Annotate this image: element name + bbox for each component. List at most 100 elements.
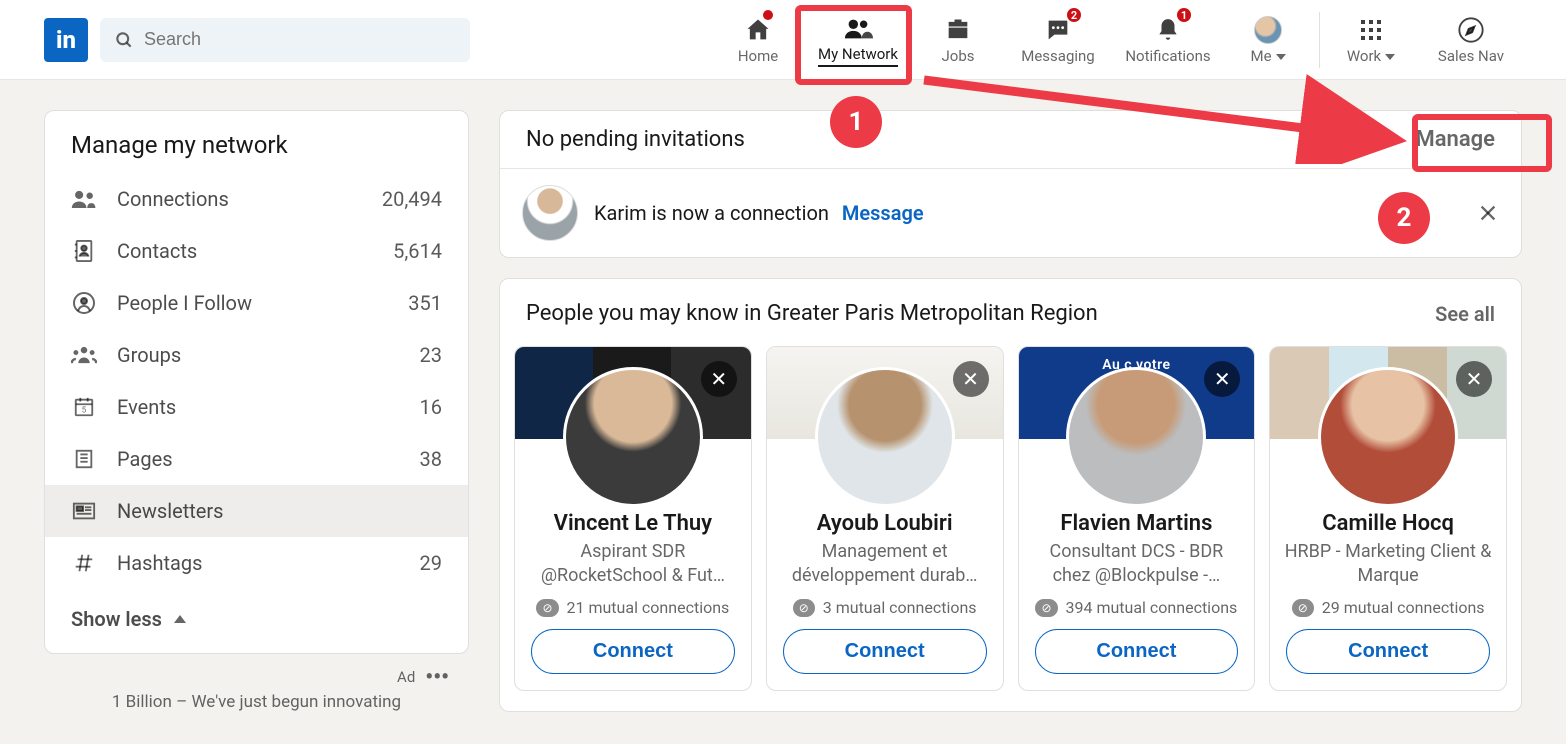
- nav-jobs[interactable]: Jobs: [913, 0, 1003, 79]
- nav-me[interactable]: Me: [1223, 0, 1313, 79]
- invitations-card: No pending invitations Manage Karim is n…: [499, 110, 1522, 258]
- item-count: 351: [408, 291, 442, 315]
- avatar[interactable]: [1318, 367, 1458, 507]
- avatar[interactable]: [1066, 367, 1206, 507]
- sidebar-item-connections[interactable]: Connections 20,494: [45, 173, 468, 225]
- mutual-text: 394 mutual connections: [1066, 598, 1238, 617]
- mutual-icon: ⊘: [793, 599, 815, 617]
- item-label: Connections: [117, 187, 362, 211]
- item-count: 29: [420, 551, 442, 575]
- caret-down-icon: [1385, 54, 1395, 60]
- person-desc: Consultant DCS - BDR chez @Blockpulse -…: [1019, 536, 1255, 592]
- nav-label: Sales Nav: [1438, 47, 1504, 65]
- close-icon: ✕: [1214, 367, 1231, 392]
- person-desc: Aspirant SDR @RocketSchool & Fut…: [515, 536, 751, 592]
- global-nav: Home My Network Jobs 2 Messaging 1 Notif…: [713, 0, 1526, 79]
- item-count: 38: [420, 447, 442, 471]
- item-count: 20,494: [382, 187, 442, 211]
- person-speech-icon: [71, 291, 97, 315]
- sidebar-item-contacts[interactable]: Contacts 5,614: [45, 225, 468, 277]
- see-all-button[interactable]: See all: [1435, 302, 1495, 326]
- avatar[interactable]: [563, 367, 703, 507]
- connect-button[interactable]: Connect: [531, 629, 735, 674]
- caret-down-icon: [1276, 54, 1286, 60]
- people-icon: [71, 188, 97, 210]
- svg-text:5: 5: [82, 406, 87, 416]
- message-link[interactable]: Message: [842, 201, 924, 225]
- close-icon: ✕: [1466, 367, 1483, 392]
- pymk-heading: People you may know in Greater Paris Met…: [526, 301, 1098, 326]
- dismiss-card-button[interactable]: ✕: [1456, 361, 1492, 397]
- ad-tagline[interactable]: 1 Billion – We've just begun innovating: [44, 692, 469, 722]
- nav-messaging[interactable]: 2 Messaging: [1003, 0, 1113, 79]
- person-card: ✕ Camille Hocq HRBP - Marketing Client &…: [1269, 346, 1507, 691]
- person-desc: Management et développement durab…: [767, 536, 1003, 592]
- item-label: Contacts: [117, 239, 373, 263]
- search-box[interactable]: [100, 18, 470, 62]
- sidebar-item-newsletters[interactable]: Newsletters: [45, 485, 468, 537]
- nav-my-network[interactable]: My Network: [803, 0, 913, 79]
- calendar-icon: 5: [71, 396, 97, 418]
- apps-grid-icon: [1359, 15, 1383, 45]
- person-card: ✕ Vincent Le Thuy Aspirant SDR @RocketSc…: [514, 346, 752, 691]
- show-less-label: Show less: [71, 607, 162, 631]
- more-icon[interactable]: •••: [425, 672, 449, 683]
- sidebar-item-groups[interactable]: Groups 23: [45, 329, 468, 381]
- mutual-icon: ⊘: [1035, 599, 1057, 617]
- manage-network-card: Manage my network Connections 20,494 Con…: [44, 110, 469, 654]
- sidebar-item-follow[interactable]: People I Follow 351: [45, 277, 468, 329]
- mutual-text: 3 mutual connections: [823, 598, 977, 617]
- nav-sales-nav[interactable]: Sales Nav: [1416, 0, 1526, 79]
- dismiss-card-button[interactable]: ✕: [701, 361, 737, 397]
- item-label: Newsletters: [117, 499, 422, 523]
- show-less-button[interactable]: Show less: [45, 589, 468, 653]
- item-count: 23: [420, 343, 442, 367]
- person-name[interactable]: Camille Hocq: [1270, 511, 1506, 536]
- pymk-card: People you may know in Greater Paris Met…: [499, 278, 1522, 712]
- people-icon: [843, 13, 873, 43]
- person-name[interactable]: Vincent Le Thuy: [515, 511, 751, 536]
- search-input[interactable]: [144, 29, 456, 50]
- item-label: Events: [117, 395, 400, 419]
- item-count: 16: [420, 395, 442, 419]
- item-label: Groups: [117, 343, 400, 367]
- connect-button[interactable]: Connect: [783, 629, 987, 674]
- chevron-up-icon: [174, 615, 186, 623]
- item-label: People I Follow: [117, 291, 388, 315]
- sidebar-item-events[interactable]: 5 Events 16: [45, 381, 468, 433]
- person-name[interactable]: Ayoub Loubiri: [767, 511, 1003, 536]
- group-icon: [71, 344, 97, 366]
- connect-button[interactable]: Connect: [1035, 629, 1239, 674]
- avatar[interactable]: [815, 367, 955, 507]
- close-icon: ✕: [962, 367, 979, 392]
- nav-label: Messaging: [1021, 47, 1094, 65]
- content-area: Manage my network Connections 20,494 Con…: [0, 80, 1566, 722]
- person-card: ✕ Ayoub Loubiri Management et développem…: [766, 346, 1004, 691]
- compass-icon: [1457, 15, 1485, 45]
- nav-label: Me: [1250, 47, 1285, 65]
- nav-notifications[interactable]: 1 Notifications: [1113, 0, 1223, 79]
- dismiss-card-button[interactable]: ✕: [1204, 361, 1240, 397]
- mutual-text: 21 mutual connections: [567, 598, 730, 617]
- nav-home[interactable]: Home: [713, 0, 803, 79]
- manage-button[interactable]: Manage: [1415, 127, 1495, 152]
- linkedin-logo[interactable]: in: [44, 18, 88, 62]
- newsletter-icon: [71, 501, 97, 521]
- person-name[interactable]: Flavien Martins: [1019, 511, 1255, 536]
- sidebar-item-hashtags[interactable]: Hashtags 29: [45, 537, 468, 589]
- sidebar-item-pages[interactable]: Pages 38: [45, 433, 468, 485]
- item-label: Hashtags: [117, 551, 400, 575]
- nav-label: Notifications: [1125, 47, 1210, 65]
- mutual-icon: ⊘: [1292, 599, 1314, 617]
- hashtag-icon: [71, 552, 97, 574]
- avatar[interactable]: [522, 185, 578, 241]
- search-icon: [114, 30, 134, 50]
- ad-block: Ad ••• 1 Billion – We've just begun inno…: [44, 654, 469, 722]
- dismiss-button[interactable]: [1477, 202, 1499, 224]
- connect-button[interactable]: Connect: [1286, 629, 1490, 674]
- connection-update-row: Karim is now a connection Message: [500, 169, 1521, 257]
- invitations-heading: No pending invitations: [526, 127, 745, 152]
- nav-work[interactable]: Work: [1326, 0, 1416, 79]
- sidebar: Manage my network Connections 20,494 Con…: [44, 110, 469, 722]
- dismiss-card-button[interactable]: ✕: [953, 361, 989, 397]
